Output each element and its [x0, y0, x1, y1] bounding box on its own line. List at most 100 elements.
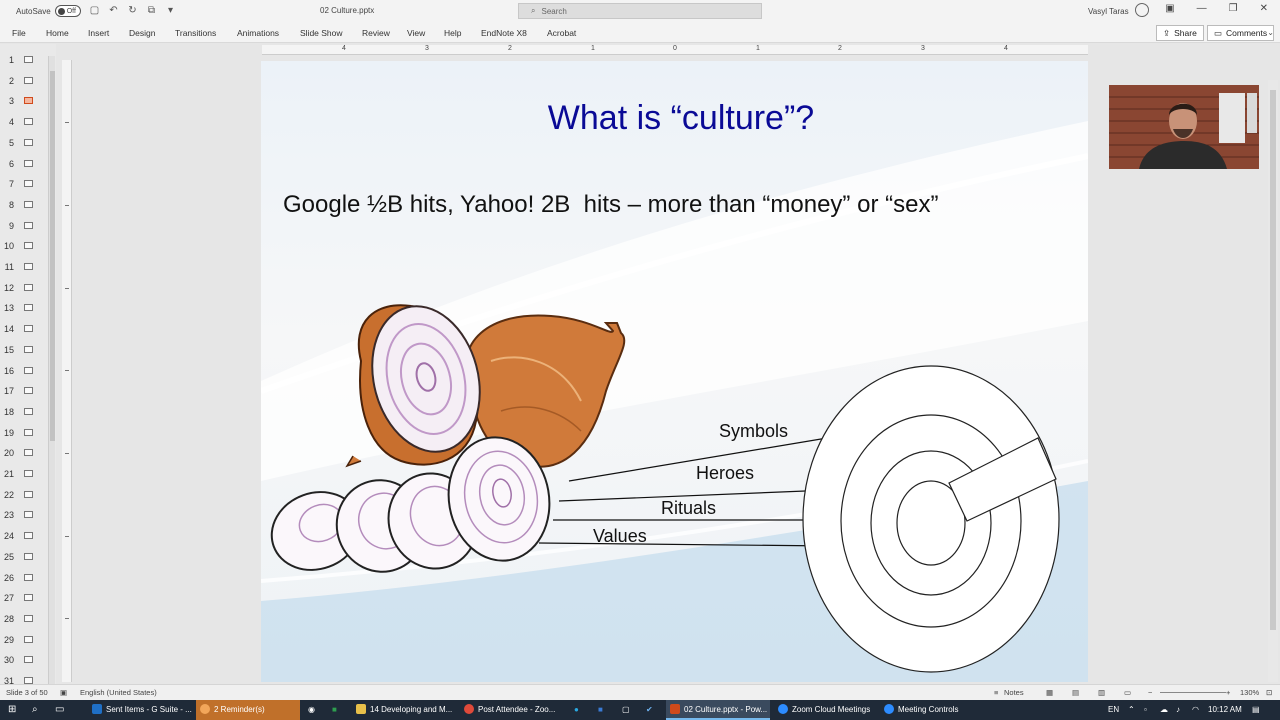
- slide-number: 15: [3, 344, 14, 355]
- taskbar-item-label: 14 Developing and M...: [370, 704, 453, 714]
- notification-icon[interactable]: ▤: [1252, 705, 1260, 714]
- label-symbols[interactable]: Symbols: [719, 421, 788, 442]
- zoom-in-icon[interactable]: +: [1226, 688, 1230, 697]
- task-view-icon[interactable]: ▭: [55, 704, 64, 715]
- slide-number: 18: [3, 406, 14, 417]
- restore-icon[interactable]: ❐: [1229, 3, 1238, 14]
- skype-icon[interactable]: ●: [574, 705, 579, 714]
- taskbar-item-label: Zoom Cloud Meetings: [792, 704, 871, 714]
- taskbar-item-reminders[interactable]: 2 Reminder(s): [196, 700, 300, 720]
- volume-icon[interactable]: ♪: [1176, 705, 1180, 714]
- tab-design[interactable]: Design: [129, 28, 155, 38]
- slide-sorter-icon[interactable]: ▤: [1072, 688, 1079, 697]
- tray-app-icon[interactable]: ▫: [1144, 705, 1147, 714]
- autosave-control[interactable]: AutoSave Off: [16, 5, 81, 17]
- slide-scroll-thumb[interactable]: [1270, 90, 1276, 630]
- ribbon-expand-icon[interactable]: ⌄: [1267, 28, 1274, 37]
- slide-preview-icon: [24, 304, 33, 312]
- zoom-level[interactable]: 130%: [1240, 688, 1259, 697]
- avatar-icon: [1134, 3, 1149, 17]
- tray-expand-icon[interactable]: ⌃: [1128, 705, 1135, 714]
- user-account[interactable]: Vasyl Taras: [1088, 3, 1149, 17]
- slide-number: 30: [3, 655, 14, 666]
- label-rituals[interactable]: Rituals: [661, 498, 716, 519]
- ribbon-display-icon[interactable]: ▣: [1165, 3, 1174, 14]
- search-box[interactable]: ⌕ Search: [518, 3, 762, 19]
- fit-slide-icon[interactable]: ⊡: [1266, 688, 1272, 697]
- reading-view-icon[interactable]: ▥: [1098, 688, 1105, 697]
- customize-qat-icon[interactable]: ▾: [164, 4, 177, 17]
- slide-preview-icon: [24, 138, 33, 146]
- taskbar-item-label: 2 Reminder(s): [214, 704, 265, 714]
- tab-endnote[interactable]: EndNote X8: [481, 28, 527, 38]
- taskbar-item-chrome[interactable]: Post Attendee - Zoo...: [460, 700, 564, 720]
- normal-view-icon[interactable]: ▦: [1046, 688, 1053, 697]
- slide-number: 1: [8, 55, 14, 65]
- app-icon[interactable]: ▢: [622, 705, 630, 714]
- webcam-video-overlay[interactable]: [1109, 85, 1259, 169]
- zoom-slider[interactable]: [1160, 692, 1226, 693]
- notes-button[interactable]: Notes: [1004, 688, 1024, 697]
- minimize-icon[interactable]: —: [1197, 3, 1207, 14]
- share-button[interactable]: ⇪ Share: [1156, 25, 1204, 41]
- slide-scrollbar[interactable]: [1268, 80, 1278, 682]
- windows-start-icon[interactable]: ⊞: [8, 704, 16, 715]
- onion-illustration: [270, 304, 1060, 673]
- slide-preview-icon: [24, 263, 33, 270]
- thumbnail-scrollbar[interactable]: [48, 56, 55, 686]
- slide-preview-icon: [24, 552, 33, 560]
- spelling-icon[interactable]: ▣: [60, 688, 67, 697]
- excel-icon[interactable]: ■: [332, 705, 337, 714]
- autosave-toggle[interactable]: Off: [54, 5, 81, 17]
- present-icon[interactable]: ⧉: [145, 4, 158, 17]
- window-controls: ▣ — ❐ ✕: [1165, 3, 1268, 14]
- tab-animations[interactable]: Animations: [237, 28, 279, 38]
- label-values[interactable]: Values: [593, 526, 647, 547]
- slide-preview-icon: [24, 511, 33, 519]
- taskbar-item-powerpoint[interactable]: 02 Culture.pptx - Pow...: [666, 700, 770, 720]
- tab-transitions[interactable]: Transitions: [175, 28, 216, 38]
- taskbar-search-icon[interactable]: ⌕: [32, 704, 38, 715]
- tab-slide-show[interactable]: Slide Show: [300, 28, 343, 38]
- slide-canvas[interactable]: What is “culture”? Google ½B hits, Yahoo…: [261, 61, 1088, 682]
- input-language[interactable]: EN: [1108, 705, 1119, 714]
- tab-home[interactable]: Home: [46, 28, 69, 38]
- save-icon[interactable]: ▢: [88, 4, 101, 17]
- ruler-tick: [65, 536, 69, 537]
- clock-time[interactable]: 10:12 AM: [1208, 705, 1242, 714]
- tab-insert[interactable]: Insert: [88, 28, 109, 38]
- thumbnail-scroll-thumb[interactable]: [50, 71, 55, 441]
- slide-preview-icon: [24, 594, 33, 602]
- slide-number: 13: [3, 303, 14, 314]
- label-heroes[interactable]: Heroes: [696, 463, 754, 484]
- tab-file[interactable]: File: [12, 28, 26, 38]
- taskbar-item-zoom[interactable]: Zoom Cloud Meetings: [774, 700, 878, 720]
- slideshow-view-icon[interactable]: ▭: [1124, 688, 1131, 697]
- taskbar-item-outlook[interactable]: Sent Items - G Suite - ...: [88, 700, 192, 720]
- tab-help[interactable]: Help: [444, 28, 461, 38]
- zoom-out-icon[interactable]: −: [1148, 688, 1152, 697]
- powerpoint-icon: [670, 704, 680, 714]
- taskbar-item-meeting-controls[interactable]: Meeting Controls: [880, 700, 984, 720]
- taskbar-item-folder[interactable]: 14 Developing and M...: [352, 700, 456, 720]
- tab-review[interactable]: Review: [362, 28, 390, 38]
- onedrive-icon[interactable]: ☁: [1160, 705, 1168, 714]
- slide-number: 7: [8, 179, 14, 190]
- zoom-icon: [884, 704, 894, 714]
- ruler-label: 1: [756, 45, 760, 52]
- tab-view[interactable]: View: [407, 28, 425, 38]
- language-indicator[interactable]: English (United States): [80, 688, 157, 697]
- redo-icon[interactable]: ↻: [126, 4, 139, 17]
- slide-number: 11: [4, 262, 14, 272]
- wifi-icon[interactable]: ◠: [1192, 705, 1199, 714]
- ruler-tick: [65, 288, 69, 289]
- comments-button[interactable]: ▭ Comments: [1207, 25, 1275, 41]
- halved-onion-icon: [345, 304, 481, 468]
- tab-acrobat[interactable]: Acrobat: [547, 28, 576, 38]
- checkmark-app-icon[interactable]: ✔: [646, 705, 653, 714]
- undo-icon[interactable]: ↶: [107, 4, 120, 17]
- slide-number: 19: [3, 427, 14, 438]
- close-icon[interactable]: ✕: [1260, 3, 1268, 14]
- chrome-pinned-icon[interactable]: ◉: [308, 705, 315, 714]
- word-icon[interactable]: ■: [598, 705, 603, 714]
